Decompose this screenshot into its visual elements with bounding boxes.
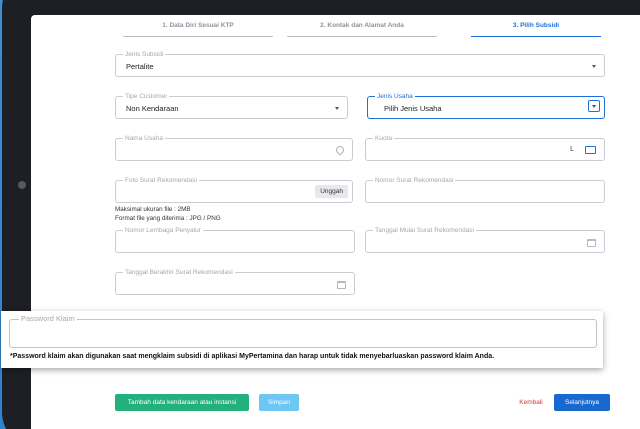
file-format-hint: Format file yang diterima : JPG / PNG [115, 215, 221, 222]
step-3[interactable]: 3. Pilih Subsidi [471, 17, 601, 37]
file-size-hint: Maksimal ukuran file : 2MB [115, 206, 191, 213]
step-1[interactable]: 1. Data Diri Sesuai KTP [123, 17, 273, 37]
password-klaim-note: *Password klaim akan digunakan saat meng… [10, 353, 495, 360]
nomor-surat-label: Nomor Surat Rekomendasi [373, 176, 456, 185]
nomor-surat-input[interactable]: Nomor Surat Rekomendasi [365, 176, 605, 203]
foto-surat-label: Foto Surat Rekomendasi [123, 176, 199, 185]
kuota-unit: L [570, 146, 574, 153]
nomor-lembaga-label: Nomor Lembaga Penyalur [123, 226, 203, 235]
nama-usaha-input[interactable]: Nama Usaha [115, 134, 353, 161]
jenis-usaha-value: Pilih Jenis Usaha [384, 104, 442, 113]
jenis-subsidi-value: Pertalite [126, 62, 154, 71]
kuota-label: Kuota [373, 134, 394, 143]
chevron-down-icon [592, 105, 596, 108]
tambah-kendaraan-button[interactable]: Tambah data kendaraan atau instansi [115, 394, 249, 411]
foto-surat-upload[interactable]: Foto Surat Rekomendasi Unggah [115, 176, 353, 203]
step-2[interactable]: 2. Kontak dan Alamat Anda [287, 17, 437, 37]
chevron-down-icon [335, 107, 339, 110]
password-klaim-callout: Password Klaim *Password klaim akan digu… [1, 311, 603, 368]
calendar-icon[interactable] [337, 281, 346, 289]
tipe-customer-value: Non Kendaraan [126, 104, 179, 113]
jenis-usaha-label: Jenis Usaha [375, 92, 415, 101]
tipe-customer-label: Tipe Customer [123, 92, 170, 101]
jenis-usaha-select[interactable]: Jenis Usaha Pilih Jenis Usaha [367, 92, 605, 119]
location-pin-icon[interactable] [334, 144, 346, 156]
selanjutnya-button[interactable]: Selanjutnya [554, 394, 610, 411]
calendar-icon[interactable] [587, 239, 596, 247]
tipe-customer-select[interactable]: Tipe Customer Non Kendaraan [115, 92, 348, 119]
tanggal-berakhir-input[interactable]: Tanggal Berakhir Surat Rekomendasi [115, 268, 355, 295]
jenis-subsidi-select[interactable]: Jenis Subsidi Pertalite [115, 50, 605, 77]
tanggal-berakhir-label: Tanggal Berakhir Surat Rekomendasi [123, 268, 235, 277]
tanggal-mulai-input[interactable]: Tanggal Mulai Surat Rekomendasi [365, 226, 605, 253]
password-klaim-label: Password Klaim [19, 314, 77, 323]
dropdown-button[interactable] [588, 100, 600, 112]
kuota-input[interactable]: Kuota L [365, 134, 605, 161]
tanggal-mulai-label: Tanggal Mulai Surat Rekomendasi [373, 226, 476, 235]
simpan-button[interactable]: Simpan [259, 394, 299, 411]
password-klaim-input[interactable]: Password Klaim [9, 314, 597, 348]
jenis-subsidi-label: Jenis Subsidi [123, 50, 166, 59]
chevron-down-icon [592, 65, 596, 68]
nama-usaha-label: Nama Usaha [123, 134, 165, 143]
fuel-card-icon [585, 146, 596, 154]
kembali-button[interactable]: Kembali [513, 394, 549, 411]
nomor-lembaga-input[interactable]: Nomor Lembaga Penyalur [115, 226, 355, 253]
camera-icon [18, 181, 26, 189]
upload-button[interactable]: Unggah [315, 185, 348, 198]
